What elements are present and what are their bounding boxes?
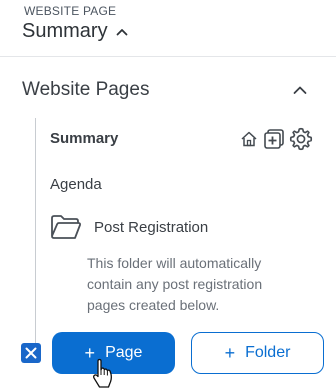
plus-icon: + (224, 343, 236, 363)
pointer-cursor-icon (93, 358, 112, 388)
folder-label: Post Registration (94, 218, 209, 236)
add-folder-label: Folder (245, 344, 291, 361)
header-divider (0, 56, 336, 57)
add-folder-button[interactable]: + Folder (191, 332, 324, 374)
page-item-summary[interactable]: Summary (50, 130, 118, 147)
folder-help-text: This folder will automatically contain a… (87, 255, 263, 313)
folder-icon (51, 215, 81, 239)
page-selector[interactable]: Summary (22, 20, 130, 43)
chevron-up-icon (116, 28, 127, 35)
page-type-label: WEBSITE PAGE (24, 4, 117, 18)
website-pages-section-header: Website Pages (22, 78, 322, 102)
add-box-icon[interactable] (262, 127, 286, 156)
gear-icon[interactable] (288, 126, 314, 157)
page-title: Summary (22, 20, 108, 42)
close-icon (25, 347, 37, 359)
section-collapse-toggle[interactable] (290, 80, 310, 100)
tree-guide-line (35, 118, 36, 350)
select-checkbox[interactable] (21, 343, 41, 363)
folder-post-registration[interactable]: Post Registration (50, 214, 208, 240)
page-item-actions (238, 126, 314, 157)
page-item-agenda[interactable]: Agenda (50, 176, 102, 193)
section-title: Website Pages (22, 79, 150, 100)
home-icon[interactable] (238, 128, 260, 155)
chevron-up-icon (293, 86, 307, 94)
